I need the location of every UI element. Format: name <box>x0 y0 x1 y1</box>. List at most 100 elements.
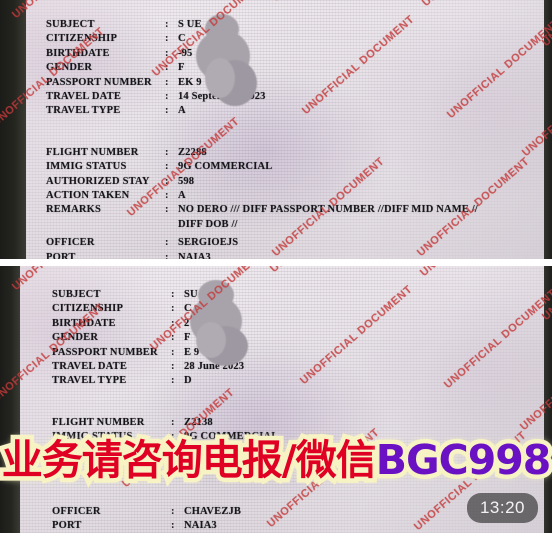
row-colon: : <box>165 76 169 88</box>
record-row: OFFICER : CHAVEZJB <box>52 505 278 519</box>
row-colon: : <box>171 416 175 428</box>
row-colon: : <box>171 375 175 387</box>
row-colon: : <box>171 360 175 372</box>
row-label: IMMIG STATUS <box>52 431 133 443</box>
row-label: CITIZENSHIP <box>52 303 124 315</box>
row-colon: : <box>171 505 175 517</box>
row-label: TRAVEL TYPE <box>52 375 127 387</box>
record-row: IMMIG STATUS : 9G COMMERCIAL <box>46 160 478 174</box>
record-row: IMMIG STATUS : 9G COMMERCIAL <box>52 430 278 444</box>
record-row: PASSPORT NUMBER : EK 9 <box>46 76 478 90</box>
row-value: CHAVEZJB <box>184 505 242 517</box>
row-label: BIRTHDATE <box>46 47 110 59</box>
row-label: REMARKS <box>46 204 102 216</box>
row-value: D <box>184 375 192 387</box>
row-label: FLIGHT NUMBER <box>46 146 139 158</box>
record-row: PORT : NAIA3 <box>46 251 478 260</box>
record-row: SUBJECT : S UE <box>46 18 478 32</box>
record-row: FLIGHT NUMBER : Z2288 <box>46 146 478 160</box>
row-label: PASSPORT NUMBER <box>46 76 152 88</box>
row-colon: : <box>171 346 175 358</box>
row-value: Z2288 <box>178 146 207 158</box>
row-value: Z2138 <box>184 416 213 428</box>
record-row: AUTHORIZED STAY : 598 <box>46 175 478 189</box>
row-colon: : <box>171 519 175 531</box>
record-row: PORT : NAIA3 <box>52 519 278 533</box>
row-colon: : <box>165 90 169 102</box>
row-label: OFFICER <box>46 237 95 249</box>
row-colon: : <box>165 251 169 260</box>
row-colon: : <box>165 47 169 59</box>
record-row: TRAVEL DATE : 14 September 2023 <box>46 90 478 104</box>
record-row: OFFICER : SERGIOEJS <box>46 236 478 250</box>
row-value: F <box>184 332 191 344</box>
row-colon: : <box>165 105 169 117</box>
record-row: CITIZENSHIP : C <box>46 32 478 46</box>
row-label: PORT <box>52 519 82 531</box>
record-rows-bottom: SUBJECT : SU E CITIZENSHIP : C BIRTHDATE… <box>52 288 278 533</box>
record-row: TRAVEL DATE : 28 June 2023 <box>52 360 278 374</box>
row-value: 9G COMMERCIAL <box>178 161 273 173</box>
redaction-blob <box>205 58 235 98</box>
row-label: TRAVEL DATE <box>52 360 128 372</box>
row-value: F <box>178 62 185 74</box>
row-label: SUBJECT <box>52 289 101 300</box>
row-label: GENDER <box>46 62 93 74</box>
row-colon: : <box>165 19 169 30</box>
row-label: TRAVEL TYPE <box>46 105 121 117</box>
travel-record-bottom: SUBJECT : SU E CITIZENSHIP : C BIRTHDATE… <box>0 266 552 533</box>
row-value: -95 <box>178 47 193 59</box>
row-value: A <box>178 189 186 201</box>
row-colon: : <box>165 161 169 173</box>
row-label: AUTHORIZED STAY <box>46 175 150 187</box>
row-value: C <box>178 33 186 45</box>
record-row: TRAVEL TYPE : D <box>52 374 278 388</box>
photo-travel-record-bottom[interactable]: SUBJECT : SU E CITIZENSHIP : C BIRTHDATE… <box>0 266 552 533</box>
record-row-remarks: REMARKS : NO DERO /// DIFF PASSPORT NUMB… <box>46 203 478 232</box>
record-row: BIRTHDATE : 2 95 <box>52 317 278 331</box>
row-value: NAIA3 <box>178 251 211 260</box>
record-row: GENDER : F <box>46 61 478 75</box>
row-label: GENDER <box>52 332 99 344</box>
row-colon: : <box>165 62 169 74</box>
message-timestamp: 13:20 <box>466 493 538 523</box>
row-colon: : <box>165 237 169 249</box>
row-value: EK 9 <box>178 76 202 88</box>
chat-message-screen: SUBJECT : S UE CITIZENSHIP : C BIRTHDATE… <box>0 0 552 533</box>
photo-divider <box>0 259 552 266</box>
row-colon: : <box>171 303 175 315</box>
row-value: A <box>178 105 186 117</box>
row-colon: : <box>165 175 169 187</box>
row-label: FLIGHT NUMBER <box>52 416 145 428</box>
record-rows-top: SUBJECT : S UE CITIZENSHIP : C BIRTHDATE… <box>46 18 478 259</box>
row-colon: : <box>165 33 169 45</box>
record-row: CITIZENSHIP : C <box>52 302 278 316</box>
row-label: SUBJECT <box>46 19 95 30</box>
row-colon: : <box>171 431 175 443</box>
row-colon: : <box>171 289 175 300</box>
photo-travel-record-top[interactable]: SUBJECT : S UE CITIZENSHIP : C BIRTHDATE… <box>0 0 552 259</box>
row-label: OFFICER <box>52 505 101 517</box>
row-value: 598 <box>178 175 195 187</box>
row-label: BIRTHDATE <box>52 317 116 329</box>
record-row-spacer <box>52 389 278 416</box>
row-value: S UE <box>178 19 202 30</box>
row-label: PORT <box>46 251 76 260</box>
redaction-blob <box>196 322 226 358</box>
record-row: ACTION TAKEN : A <box>46 189 478 203</box>
row-colon: : <box>171 317 175 329</box>
row-label: IMMIG STATUS <box>46 161 127 173</box>
row-value: 9G COMMERCIAL <box>184 431 279 443</box>
row-value: NO DERO /// DIFF PASSPORT NUMBER //DIFF … <box>178 204 478 230</box>
record-row-spacer <box>46 119 478 146</box>
row-colon: : <box>165 204 169 216</box>
row-label: TRAVEL DATE <box>46 90 122 102</box>
row-label: PASSPORT NUMBER <box>52 346 158 358</box>
row-value: NAIA3 <box>184 519 217 531</box>
record-row: TRAVEL TYPE : A <box>46 104 478 118</box>
row-label: ACTION TAKEN <box>46 189 130 201</box>
row-colon: : <box>165 189 169 201</box>
row-value: SERGIOEJS <box>178 237 239 249</box>
row-label: CITIZENSHIP <box>46 33 118 45</box>
record-row: BIRTHDATE : -95 <box>46 47 478 61</box>
